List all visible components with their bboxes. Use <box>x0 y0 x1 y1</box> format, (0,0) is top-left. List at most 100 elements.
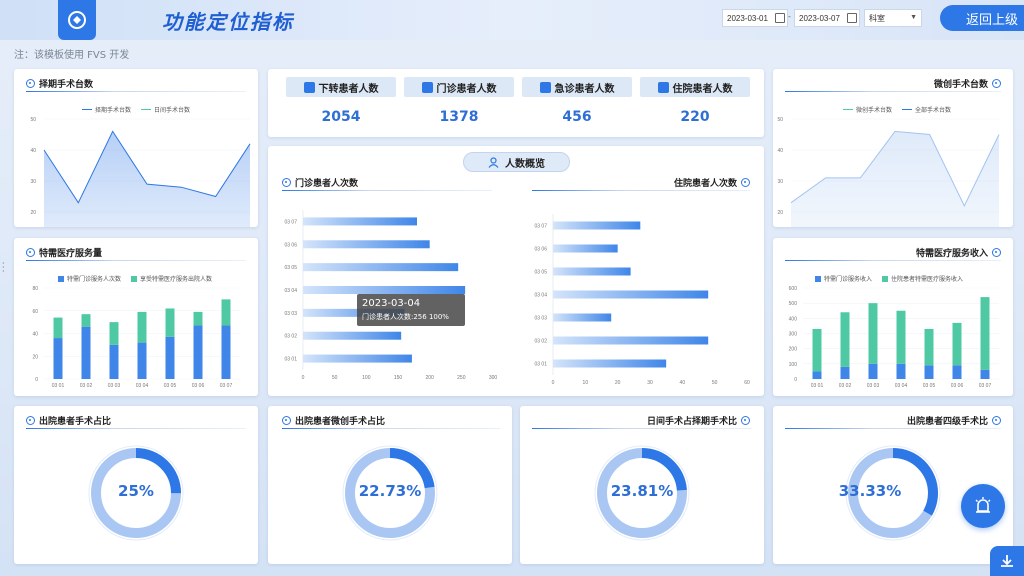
page-title: 功能定位指标 <box>162 10 294 34</box>
bar-segment <box>81 314 91 327</box>
calendar-icon[interactable] <box>775 13 785 23</box>
kpi-label: 住院患者人数 <box>672 83 733 95</box>
date-separator: - <box>788 12 791 21</box>
bar <box>303 263 459 272</box>
y-tick-label: 40 <box>30 148 36 154</box>
bar-segment <box>924 328 934 366</box>
x-tick-label: 03 02 <box>839 383 852 389</box>
y-tick-label: 03 02 <box>534 339 547 345</box>
kpi-label-box: 门诊患者人数 <box>404 77 514 97</box>
back-button[interactable]: 返回上级 <box>940 5 1024 31</box>
donut-value: 25% <box>118 482 154 500</box>
x-tick-label: 40 <box>680 380 686 386</box>
special-service-card: 特需医疗服务量 特需门诊服务人次数 享受特需医疗服务出院人数 0 20 40 60 80… <box>14 238 258 396</box>
kpi-card: 下转患者人数 2054 门诊患者人数 1378 急诊患者人数 456 住院患者人数 220 <box>268 69 764 137</box>
bar-segment <box>53 338 63 379</box>
y-tick-label: 03 01 <box>534 362 547 368</box>
ambulance-icon <box>539 81 551 93</box>
kpi-label: 门诊患者人数 <box>436 83 497 95</box>
y-tick-label: 03 03 <box>284 311 297 317</box>
chart-tooltip: 2023-03-04 门诊患者人次数:256 100% <box>357 294 465 326</box>
drag-handle-icon[interactable]: · · · <box>2 260 5 276</box>
y-tick-label: 40 <box>777 148 783 154</box>
x-tick-label: 03 02 <box>80 383 93 389</box>
x-tick-label: 03 04 <box>136 383 149 389</box>
special-service-bar-chart: 0 20 40 60 80 03 01 03 02 03 03 03 04 03 05 03 06 0… <box>32 286 240 389</box>
x-tick-label: 03 04 <box>895 383 908 389</box>
kpi-label-box: 下转患者人数 <box>286 77 396 97</box>
y-tick-label: 03 01 <box>284 357 297 363</box>
elective-area-chart: 0102030405003 0103 0203 0303 0403 0503 0… <box>30 117 251 227</box>
x-tick-label: 300 <box>489 375 498 381</box>
special-income-bar-chart: 0 100 200 300 400 500 600 03 01 03 02 03 03 03 04 0… <box>789 286 999 389</box>
y-tick-label: 50 <box>30 117 36 123</box>
bar <box>303 217 417 226</box>
dept-select-value: 科室 <box>869 13 885 23</box>
y-tick-label: 03 04 <box>284 288 297 294</box>
y-tick-label: 40 <box>32 332 38 338</box>
calendar-icon[interactable] <box>847 13 857 23</box>
kpi-label-box: 急诊患者人数 <box>522 77 632 97</box>
y-tick-label: 03 06 <box>534 247 547 253</box>
y-tick-label: 30 <box>30 179 36 185</box>
minimal-area-chart: 0102030405003 0103 0203 0303 0403 0503 0… <box>777 117 1000 227</box>
x-tick-label: 200 <box>425 375 434 381</box>
bar-segment <box>868 303 878 364</box>
x-tick-label: 150 <box>394 375 403 381</box>
y-tick-label: 80 <box>32 286 38 292</box>
elective-surgery-card: 择期手术台数 择期手术台数 日间手术台数 0102030405003 0103 … <box>14 69 258 227</box>
series-area <box>44 131 250 227</box>
x-tick-label: 30 <box>647 380 653 386</box>
logo-icon <box>68 11 86 29</box>
bar-segment <box>137 342 147 379</box>
hospital-icon <box>303 81 315 93</box>
bar-segment <box>840 366 850 379</box>
y-tick-label: 30 <box>777 179 783 185</box>
bar-segment <box>980 369 990 379</box>
y-tick-label: 60 <box>32 309 38 315</box>
x-tick-label: 0 <box>302 375 305 381</box>
y-tick-label: 0 <box>35 377 38 383</box>
dept-select[interactable]: 科室 ▼ <box>864 9 922 27</box>
y-tick-label: 03 03 <box>534 316 547 322</box>
chevron-down-icon: ▼ <box>910 14 917 21</box>
bar <box>553 313 612 322</box>
y-tick-label: 50 <box>777 117 783 123</box>
bar-segment <box>812 328 822 372</box>
back-button-label: 返回上级 <box>966 12 1019 28</box>
logo <box>58 0 96 40</box>
bar-segment <box>53 317 63 339</box>
alarm-button[interactable] <box>961 484 1005 528</box>
y-tick-label: 03 04 <box>534 293 547 299</box>
end-date-input[interactable]: 2023-03-07 <box>794 9 860 27</box>
overview-card: 人数概览 门诊患者人次数 住院患者人次数 0 50 100 150 200 250 300 0… <box>268 146 764 396</box>
bar <box>303 286 466 294</box>
tooltip-text: 门诊患者人次数:256 100% <box>362 313 449 321</box>
bar <box>303 331 402 340</box>
bed-icon <box>657 81 669 93</box>
donut-card-0: 出院患者手术占比 25% <box>14 406 258 564</box>
series-area <box>791 131 999 227</box>
x-tick-label: 03 03 <box>867 383 880 389</box>
y-tick-label: 03 06 <box>284 242 297 248</box>
minimal-surgery-card: 微创手术台数 微创手术台数 全部手术台数 0102030405003 0103 … <box>773 69 1013 227</box>
donut-value: 22.73% <box>358 482 422 500</box>
bar-segment <box>193 311 203 326</box>
y-tick-label: 500 <box>789 301 798 307</box>
x-tick-label: 03 05 <box>923 383 936 389</box>
y-tick-label: 03 05 <box>534 270 547 276</box>
kpi-value: 456 <box>562 109 592 125</box>
x-tick-label: 60 <box>744 380 750 386</box>
x-tick-label: 20 <box>615 380 621 386</box>
bar <box>553 290 709 299</box>
y-tick-label: 300 <box>789 332 798 338</box>
x-tick-label: 03 06 <box>192 383 205 389</box>
kpi-value: 1378 <box>439 109 479 125</box>
outpatient-bar-chart: 0 50 100 150 200 250 30003 0703 0603 0503 0403… <box>284 210 750 386</box>
x-tick-label: 03 07 <box>979 383 992 389</box>
x-tick-label: 03 01 <box>811 383 824 389</box>
kpi-value: 2054 <box>321 109 361 125</box>
start-date-input[interactable]: 2023-03-01 <box>722 9 788 27</box>
download-button[interactable] <box>990 546 1024 576</box>
bar-segment <box>221 299 231 326</box>
